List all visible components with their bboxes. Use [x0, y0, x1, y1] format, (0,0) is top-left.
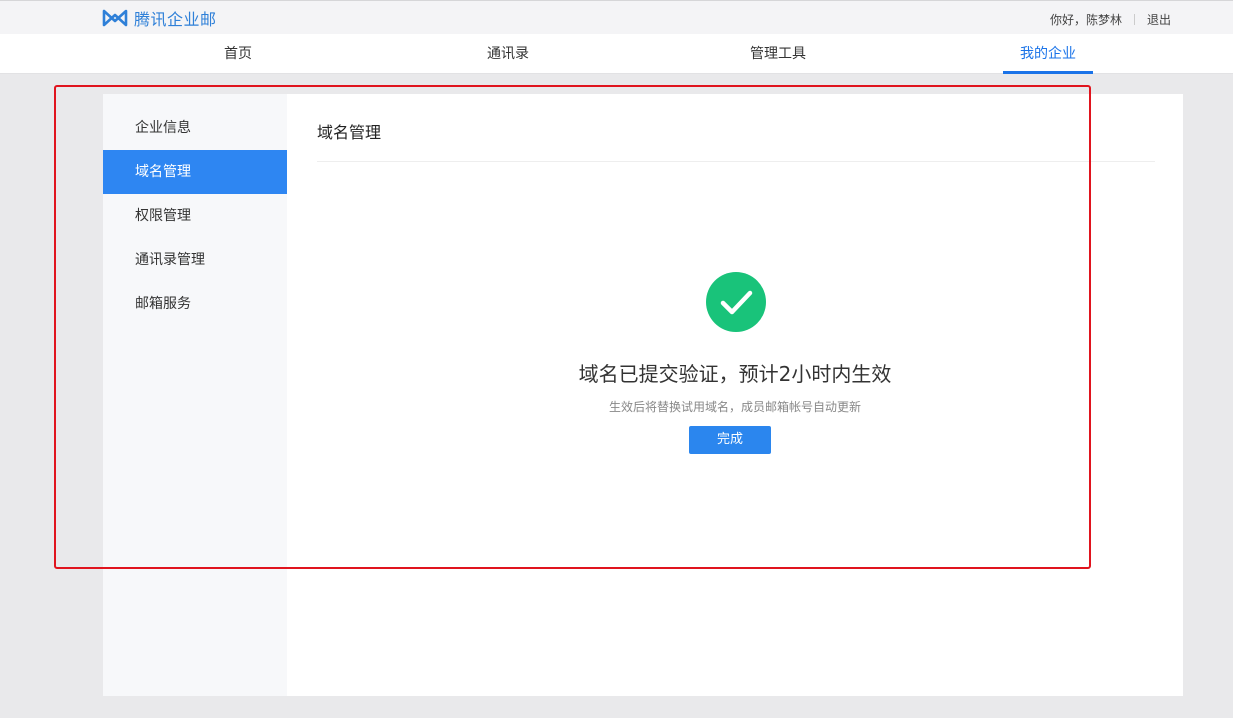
logout-link[interactable]: 退出	[1147, 11, 1171, 28]
success-headline: 域名已提交验证，预计2小时内生效	[578, 362, 892, 386]
done-button[interactable]: 完成	[689, 426, 771, 454]
top-bar: 腾讯企业邮 你好，陈梦林 退出	[0, 0, 1233, 34]
sidebar-item-contacts-management[interactable]: 通讯录管理	[103, 238, 287, 282]
main-nav: 首页 通讯录 管理工具 我的企业	[0, 34, 1233, 74]
nav-item-admin-tools[interactable]: 管理工具	[738, 34, 818, 74]
user-area: 你好，陈梦林 退出	[1050, 11, 1171, 28]
tencent-mail-logo-icon	[102, 9, 128, 27]
check-circle-icon	[706, 272, 766, 332]
nav-item-home[interactable]: 首页	[203, 34, 273, 74]
success-subtext: 生效后将替换试用域名，成员邮箱帐号自动更新	[608, 400, 861, 414]
page-title: 域名管理	[317, 123, 382, 142]
logo[interactable]: 腾讯企业邮	[102, 7, 217, 29]
main-panel: 企业信息 域名管理 权限管理 通讯录管理 邮箱服务 域名管理 域名已提交验证，预…	[103, 94, 1183, 696]
nav-item-contacts[interactable]: 通讯录	[473, 34, 543, 74]
sidebar-item-company-info[interactable]: 企业信息	[103, 106, 287, 150]
divider	[317, 161, 1155, 162]
sidebar-item-mailbox-service[interactable]: 邮箱服务	[103, 282, 287, 326]
nav-item-my-enterprise[interactable]: 我的企业	[1003, 34, 1093, 74]
separator	[1133, 14, 1135, 25]
greeting-text: 你好，陈梦林	[1049, 13, 1122, 27]
sidebar: 企业信息 域名管理 权限管理 通讯录管理 邮箱服务	[103, 94, 287, 696]
sidebar-item-domain-management[interactable]: 域名管理	[103, 150, 287, 194]
sidebar-item-permission-management[interactable]: 权限管理	[103, 194, 287, 238]
logo-text: 腾讯企业邮	[134, 10, 217, 29]
content-area: 域名管理 域名已提交验证，预计2小时内生效 生效后将替换试用域名，成员邮箱帐号自…	[287, 94, 1183, 696]
